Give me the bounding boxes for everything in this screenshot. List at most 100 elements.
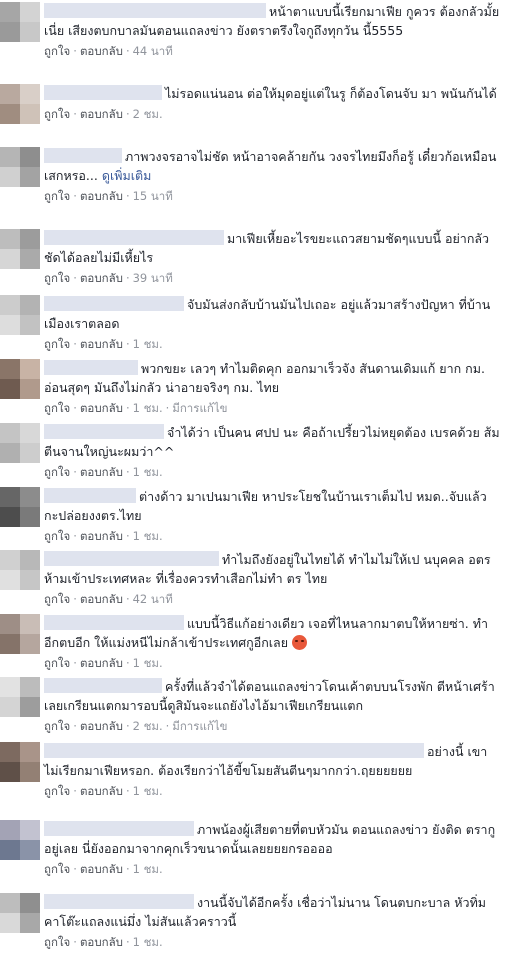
comment-timestamp[interactable]: 1 ชม. xyxy=(133,784,163,798)
like-link[interactable]: ถูกใจ xyxy=(44,337,70,351)
separator-dot: · xyxy=(125,529,130,543)
comment-timestamp[interactable]: 1 ชม. xyxy=(133,529,163,543)
reply-link[interactable]: ตอบกลับ xyxy=(80,107,123,121)
like-link[interactable]: ถูกใจ xyxy=(44,935,70,949)
comment-actions: ถูกใจ · ตอบกลับ · 1 ชม. xyxy=(44,860,500,878)
like-link[interactable]: ถูกใจ xyxy=(44,189,70,203)
reply-link[interactable]: ตอบกลับ xyxy=(80,189,123,203)
comment-timestamp[interactable]: 39 นาที xyxy=(133,271,173,285)
reply-link[interactable]: ตอบกลับ xyxy=(80,656,123,670)
avatar-blur-block xyxy=(20,147,40,167)
like-link[interactable]: ถูกใจ xyxy=(44,44,70,58)
like-link[interactable]: ถูกใจ xyxy=(44,529,70,543)
commenter-name-blurred[interactable] xyxy=(44,424,164,439)
comment-timestamp[interactable]: 15 นาที xyxy=(133,189,173,203)
comment-actions: ถูกใจ · ตอบกลับ · 2 ชม. xyxy=(44,105,500,123)
comment-timestamp[interactable]: 2 ชม. xyxy=(133,719,163,733)
commenter-name-blurred[interactable] xyxy=(44,743,424,758)
commenter-name-blurred[interactable] xyxy=(44,488,136,503)
separator-dot: · xyxy=(125,935,130,949)
edited-label[interactable]: มีการแก้ไข xyxy=(172,401,227,415)
avatar[interactable] xyxy=(0,423,40,463)
commenter-name-blurred[interactable] xyxy=(44,296,184,311)
comment-timestamp[interactable]: 1 ชม. xyxy=(133,337,163,351)
reply-link[interactable]: ตอบกลับ xyxy=(80,719,123,733)
commenter-name-blurred[interactable] xyxy=(44,678,162,693)
avatar[interactable] xyxy=(0,820,40,860)
comment-text: หน้าตาแบบนี้เรียกมาเฟีย กูควร ต้องกลัวมั… xyxy=(44,2,500,40)
reply-link[interactable]: ตอบกลับ xyxy=(80,935,123,949)
commenter-name-blurred[interactable] xyxy=(44,85,162,100)
comment-timestamp[interactable]: 44 นาที xyxy=(133,44,173,58)
avatar-blur-block xyxy=(0,315,20,335)
avatar[interactable] xyxy=(0,487,40,527)
commenter-name-blurred[interactable] xyxy=(44,230,224,245)
avatar-blur-block xyxy=(0,913,20,933)
commenter-name-blurred[interactable] xyxy=(44,3,266,18)
avatar-blur-block xyxy=(20,359,40,379)
comment-body: จำได้ว่า เป็นคน ศปป นะ คือถ้าเปรี้ยวไม่ห… xyxy=(44,423,500,481)
like-link[interactable]: ถูกใจ xyxy=(44,592,70,606)
like-link[interactable]: ถูกใจ xyxy=(44,862,70,876)
comment-text: จำได้ว่า เป็นคน ศปป นะ คือถ้าเปรี้ยวไม่ห… xyxy=(44,423,500,461)
comment-timestamp[interactable]: 1 ชม. xyxy=(133,401,163,415)
avatar[interactable] xyxy=(0,359,40,399)
avatar-blur-block xyxy=(0,295,20,315)
like-link[interactable]: ถูกใจ xyxy=(44,465,70,479)
reply-link[interactable]: ตอบกลับ xyxy=(80,271,123,285)
like-link[interactable]: ถูกใจ xyxy=(44,656,70,670)
comment-timestamp[interactable]: 1 ชม. xyxy=(133,465,163,479)
reply-link[interactable]: ตอบกลับ xyxy=(80,44,123,58)
commenter-name-blurred[interactable] xyxy=(44,360,138,375)
avatar[interactable] xyxy=(0,614,40,654)
avatar[interactable] xyxy=(0,84,40,124)
separator-dot: · xyxy=(125,465,130,479)
avatar[interactable] xyxy=(0,2,40,42)
commenter-name-blurred[interactable] xyxy=(44,894,194,909)
avatar-blur-block xyxy=(20,677,40,697)
comment-timestamp[interactable]: 1 ชม. xyxy=(133,862,163,876)
reply-link[interactable]: ตอบกลับ xyxy=(80,337,123,351)
avatar-blur-block xyxy=(0,820,20,840)
commenter-name-blurred[interactable] xyxy=(44,148,122,163)
commenter-name-blurred[interactable] xyxy=(44,615,184,630)
comment-timestamp[interactable]: 42 นาที xyxy=(133,592,173,606)
like-link[interactable]: ถูกใจ xyxy=(44,107,70,121)
edited-label[interactable]: มีการแก้ไข xyxy=(172,719,227,733)
avatar-blur-block xyxy=(20,570,40,590)
avatar[interactable] xyxy=(0,742,40,782)
like-link[interactable]: ถูกใจ xyxy=(44,719,70,733)
avatar[interactable] xyxy=(0,677,40,717)
avatar-blur-block xyxy=(20,762,40,782)
see-more-link[interactable]: ดูเพิ่มเติม xyxy=(102,168,152,183)
reply-link[interactable]: ตอบกลับ xyxy=(80,862,123,876)
reply-link[interactable]: ตอบกลับ xyxy=(80,784,123,798)
comment-timestamp[interactable]: 2 ชม. xyxy=(133,107,163,121)
avatar[interactable] xyxy=(0,147,40,187)
reply-link[interactable]: ตอบกลับ xyxy=(80,465,123,479)
comment-body: งานนี้จับได้อีกครั้ง เชื่อว่าไม่นาน โดนต… xyxy=(44,893,500,951)
comment-actions: ถูกใจ · ตอบกลับ · 15 นาที xyxy=(44,187,500,205)
reply-link[interactable]: ตอบกลับ xyxy=(80,401,123,415)
avatar[interactable] xyxy=(0,295,40,335)
like-link[interactable]: ถูกใจ xyxy=(44,401,70,415)
avatar-blur-block xyxy=(20,167,40,187)
commenter-name-blurred[interactable] xyxy=(44,551,219,566)
comment-timestamp[interactable]: 1 ชม. xyxy=(133,935,163,949)
reply-link[interactable]: ตอบกลับ xyxy=(80,592,123,606)
avatar-blur-block xyxy=(0,359,20,379)
comment-actions: ถูกใจ · ตอบกลับ · 1 ชม. xyxy=(44,335,500,353)
avatar[interactable] xyxy=(0,550,40,590)
commenter-name-blurred[interactable] xyxy=(44,821,194,836)
separator-dot: · xyxy=(125,656,130,670)
like-link[interactable]: ถูกใจ xyxy=(44,271,70,285)
comment-text: ภาพน้องผู้เสียตายที่ตบหัวมัน ตอนแถลงข่าว… xyxy=(44,820,500,858)
like-link[interactable]: ถูกใจ xyxy=(44,784,70,798)
reply-link[interactable]: ตอบกลับ xyxy=(80,529,123,543)
comment-item: พวกขยะ เลวๆ ทำไมติดคุก ออกมาเร็วจัง สันด… xyxy=(0,359,508,421)
avatar[interactable] xyxy=(0,893,40,933)
avatar[interactable] xyxy=(0,229,40,269)
separator-dot: · xyxy=(125,337,130,351)
separator-dot: · xyxy=(73,337,77,351)
comment-timestamp[interactable]: 1 ชม. xyxy=(133,656,163,670)
